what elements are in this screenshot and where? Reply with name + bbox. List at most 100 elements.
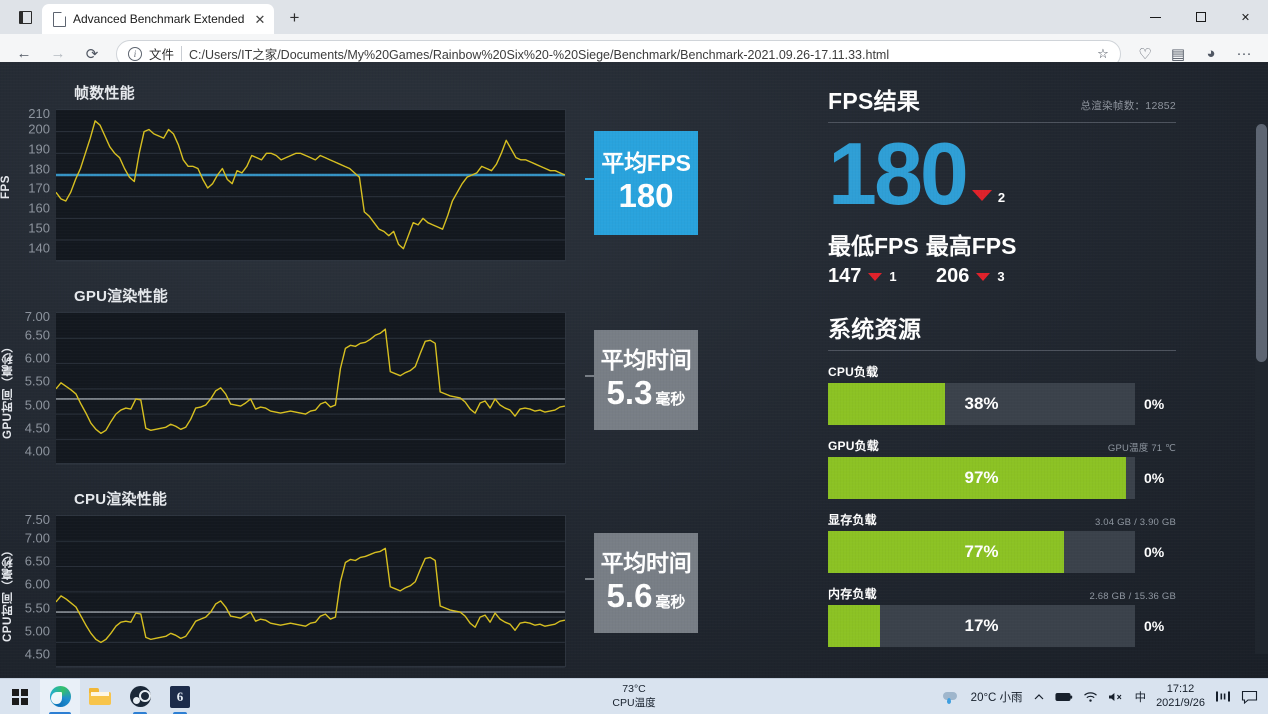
- steam-icon: [129, 686, 151, 707]
- url-text: C:/Users/IT之家/Documents/My%20Games/Rainb…: [189, 48, 890, 62]
- clock-date: 2021/9/26: [1156, 696, 1205, 709]
- tick: 6.00: [24, 576, 50, 592]
- minmax-values: 147 1 206 3: [828, 265, 1176, 288]
- chat-icon[interactable]: [1241, 690, 1258, 704]
- yaxis-ticks-gpu: 7.00 6.50 6.00 5.50 5.00 4.50 4.00: [16, 309, 56, 464]
- tick: 170: [28, 180, 50, 196]
- resource-row: GPU负载 GPU温度 71 ℃ 97% 0%: [828, 437, 1176, 500]
- new-tab-button[interactable]: +: [280, 4, 308, 32]
- weather-widget[interactable]: 20°C 小雨: [942, 689, 1023, 705]
- taskbar-item-file-explorer[interactable]: [80, 679, 120, 714]
- resource-label: 显存负载: [828, 513, 877, 528]
- tab-title: Advanced Benchmark Extended: [73, 12, 245, 26]
- average-fps-rank: 2: [997, 190, 1006, 206]
- taskbar-item-steam[interactable]: [120, 679, 160, 714]
- resource-label: GPU负载: [828, 439, 880, 454]
- tick: 5.00: [24, 397, 50, 413]
- scrollbar-thumb[interactable]: [1256, 124, 1267, 362]
- window-controls: ✕: [1133, 0, 1268, 34]
- resource-bar: 17%: [828, 605, 1135, 648]
- page-scrollbar[interactable]: [1255, 124, 1268, 654]
- resource-right-value: 0%: [1144, 396, 1165, 413]
- rain-cloud-icon: [942, 690, 959, 704]
- minimize-button[interactable]: [1133, 0, 1178, 34]
- rainbow-six-icon: 6: [170, 685, 190, 708]
- badge-avg-fps: 平均FPS 180: [594, 131, 698, 235]
- badge-connector-line: [585, 578, 613, 580]
- taskbar-item-game[interactable]: 6: [160, 679, 200, 714]
- max-fps-label: 最高FPS: [925, 233, 1017, 260]
- meet-now-icon[interactable]: [1215, 690, 1231, 703]
- yaxis-label-fps: FPS: [0, 175, 12, 199]
- tick: 5.00: [24, 623, 50, 639]
- browser-tab[interactable]: Advanced Benchmark Extended ✕: [42, 4, 275, 34]
- clock-widget[interactable]: 17:12 2021/9/26: [1156, 683, 1205, 711]
- resource-label: 内存负载: [828, 587, 877, 602]
- wifi-icon[interactable]: [1083, 691, 1098, 703]
- resource-row: 内存负载 2.68 GB / 15.36 GB 17% 0%: [828, 585, 1176, 648]
- battery-icon[interactable]: [1055, 691, 1073, 703]
- resource-row-header: 内存负载 2.68 GB / 15.36 GB: [828, 585, 1176, 602]
- charts-column: 帧数性能 FPS 210 200 190 180 170 160 150 140: [0, 62, 760, 669]
- ime-language-indicator[interactable]: 中: [1135, 689, 1147, 705]
- maximize-button[interactable]: [1178, 0, 1223, 34]
- badge-value: 5.6: [606, 576, 653, 614]
- tick: 6.00: [24, 350, 50, 366]
- fps-section-title: FPS结果: [828, 88, 921, 114]
- clock-time: 17:12: [1166, 682, 1195, 695]
- resource-note: GPU温度 71 ℃: [1107, 443, 1176, 455]
- maximize-icon: [1195, 12, 1206, 22]
- rank-down-triangle-icon: [971, 190, 992, 202]
- yaxis-ticks-cpu: 7.50 7.00 6.50 6.00 5.50 5.00 4.50: [16, 513, 56, 667]
- resource-value: 38%: [964, 394, 999, 414]
- taskbar-item-edge[interactable]: [40, 678, 80, 714]
- resource-value: 77%: [964, 542, 999, 562]
- resource-row-header: 显存负载 3.04 GB / 3.90 GB: [828, 511, 1176, 528]
- resource-right-value: 0%: [1144, 470, 1165, 487]
- resource-bar-wrap: 17% 0%: [828, 605, 1176, 648]
- resource-bar: 77%: [828, 531, 1135, 574]
- start-button[interactable]: [0, 679, 40, 714]
- resource-bar: 97%: [828, 457, 1135, 500]
- chart-plot-cpu: [56, 515, 566, 668]
- max-fps-value: 206: [936, 265, 970, 288]
- total-frames-label: 总渲染帧数：12852: [1080, 100, 1176, 112]
- tray-overflow-chevron-icon[interactable]: [1033, 691, 1045, 703]
- close-window-button[interactable]: ✕: [1223, 0, 1268, 34]
- chart-plot-gpu: [56, 312, 566, 465]
- benchmark-report-page: 帧数性能 FPS 210 200 190 180 170 160 150 140: [0, 62, 1268, 684]
- resource-note: 2.68 GB / 15.36 GB: [1089, 591, 1176, 603]
- badge-label: 平均FPS: [601, 150, 691, 177]
- max-fps-rank: 3: [997, 269, 1005, 285]
- resource-bar-wrap: 77% 0%: [828, 531, 1176, 574]
- badge-unit: 毫秒: [655, 390, 686, 408]
- omnibox-divider: [181, 46, 183, 61]
- resource-bar-fill: [828, 531, 1065, 574]
- resource-rows: CPU负载 38% 0% GPU负载 GPU温度 71 ℃ 97% 0% 显存负载 3.04 G…: [828, 363, 1176, 648]
- rank-down-triangle-icon: [868, 272, 883, 281]
- site-info-icon[interactable]: i: [128, 46, 142, 61]
- tick: 7.00: [24, 530, 50, 546]
- badge-avg-gpu-time: 平均时间 5.3 毫秒: [594, 330, 698, 430]
- chart-title-gpu: GPU渲染性能: [74, 288, 168, 305]
- max-fps-group: 206 3: [936, 265, 1005, 288]
- close-tab-icon[interactable]: ✕: [251, 11, 268, 28]
- yaxis-ticks-fps: 210 200 190 180 170 160 150 140: [16, 106, 56, 261]
- tab-strip: Advanced Benchmark Extended ✕ + ✕: [0, 0, 1268, 34]
- resource-bar-fill: [828, 605, 881, 648]
- badge-avg-cpu-time: 平均时间 5.6 毫秒: [594, 533, 698, 633]
- edge-browser-icon: [49, 686, 71, 707]
- minimize-icon: [1150, 16, 1161, 18]
- volume-muted-icon[interactable]: [1108, 691, 1125, 703]
- tick: 7.00: [24, 309, 50, 324]
- chart-plot-fps: [56, 109, 566, 262]
- chart-block-gpu: GPU渲染性能 GPU时间（毫秒） 7.00 6.50 6.00 5.50 5.…: [0, 285, 760, 466]
- average-fps-row: 180 2: [828, 129, 1176, 217]
- tick: 210: [28, 106, 50, 121]
- resource-right-value: 0%: [1144, 618, 1165, 635]
- resources-section-title: 系统资源: [828, 316, 922, 343]
- tab-actions-button[interactable]: [8, 2, 42, 32]
- system-tray: 20°C 小雨 中 17:12 2021/9/26: [942, 683, 1268, 711]
- badge-value: 180: [618, 176, 674, 214]
- windows-logo-icon: [12, 688, 28, 705]
